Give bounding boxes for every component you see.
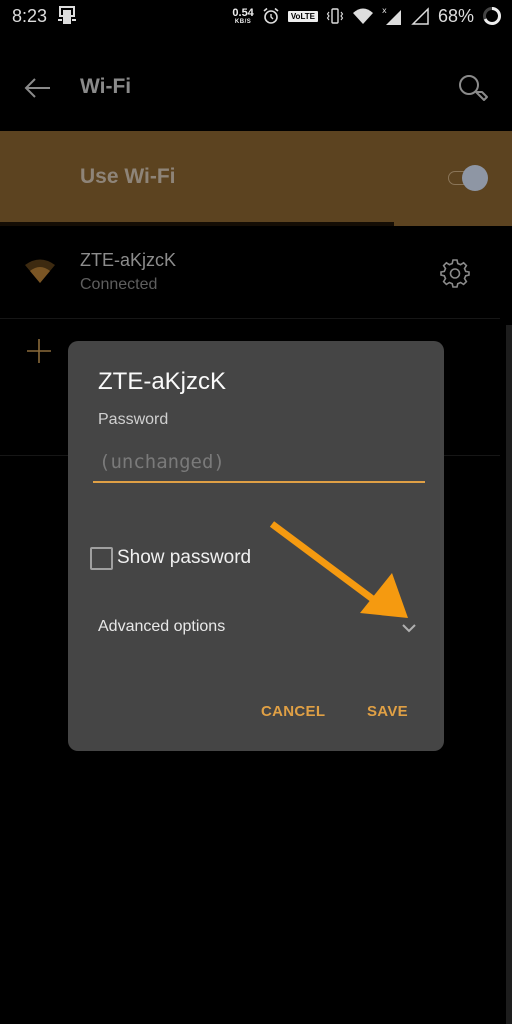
use-wifi-label: Use Wi-Fi bbox=[80, 165, 176, 188]
scrollbar[interactable] bbox=[506, 325, 512, 1024]
status-time: 8:23 bbox=[12, 6, 48, 26]
page-title: Wi-Fi bbox=[80, 75, 132, 98]
network-list-item[interactable]: ZTE-aKjzcK Connected bbox=[0, 230, 512, 318]
vibrate-icon bbox=[326, 8, 344, 24]
status-bar: 8:23 0.54 KB/S VoLTE x 68% bbox=[0, 0, 512, 32]
use-wifi-row[interactable]: Use Wi-Fi bbox=[0, 131, 512, 226]
app-toolbar: Wi-Fi bbox=[0, 60, 512, 116]
password-label: Password bbox=[98, 411, 169, 428]
battery-ring-icon bbox=[483, 7, 501, 25]
show-password-label: Show password bbox=[117, 547, 252, 568]
network-ssid: ZTE-aKjzcK bbox=[80, 250, 177, 270]
alarm-icon bbox=[263, 7, 279, 24]
signal-no-data-icon: x bbox=[382, 6, 401, 25]
battery-percent: 68% bbox=[437, 5, 474, 26]
advanced-options-label[interactable]: Advanced options bbox=[98, 618, 225, 636]
show-password-row[interactable]: Show password bbox=[90, 545, 251, 571]
scan-progress-bar bbox=[0, 222, 512, 226]
wifi-network-dialog: ZTE-aKjzcK Password Show password Advanc… bbox=[68, 341, 444, 751]
network-status: Connected bbox=[80, 276, 158, 293]
password-input[interactable] bbox=[93, 447, 425, 483]
dialog-title: ZTE-aKjzcK bbox=[98, 368, 227, 395]
arrow-left-icon[interactable] bbox=[22, 74, 54, 102]
svg-text:x: x bbox=[382, 6, 387, 15]
cancel-button[interactable]: CANCEL bbox=[261, 703, 325, 720]
status-icons: 0.54 KB/S VoLTE x 68% bbox=[232, 4, 502, 28]
search-icon[interactable] bbox=[456, 72, 490, 106]
show-password-checkbox[interactable] bbox=[90, 546, 113, 570]
wifi-signal-icon bbox=[25, 259, 55, 283]
toggle-thumb bbox=[462, 165, 488, 191]
gear-icon[interactable] bbox=[440, 258, 470, 288]
scan-progress-fill bbox=[0, 222, 395, 226]
network-speed: 0.54 KB/S bbox=[232, 6, 254, 25]
volte-icon: VoLTE bbox=[287, 10, 318, 22]
plus-icon[interactable] bbox=[26, 338, 52, 364]
use-wifi-toggle[interactable] bbox=[446, 164, 488, 192]
screencast-notification-icon bbox=[58, 6, 76, 24]
save-button[interactable]: SAVE bbox=[367, 703, 408, 720]
signal-empty-icon bbox=[411, 7, 429, 25]
chevron-down-icon[interactable] bbox=[400, 619, 418, 637]
wifi-icon bbox=[352, 8, 373, 24]
list-divider bbox=[0, 318, 500, 319]
